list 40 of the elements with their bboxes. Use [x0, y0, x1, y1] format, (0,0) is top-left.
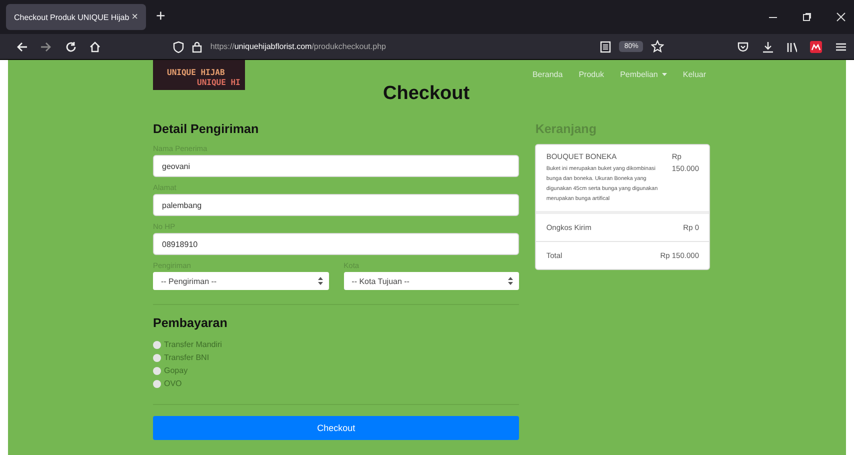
lock-icon[interactable] — [192, 40, 202, 52]
radio-button[interactable] — [153, 340, 161, 348]
restore-icon[interactable] — [802, 12, 812, 22]
radio-button[interactable] — [153, 366, 161, 374]
dropdown-field[interactable]: -- Kota Tujuan -- — [344, 272, 520, 290]
close-icon[interactable] — [836, 12, 846, 22]
download-icon[interactable] — [762, 40, 773, 52]
page-title: Checkout — [383, 82, 470, 106]
select-arrows-icon — [508, 277, 514, 285]
star-icon[interactable] — [651, 40, 664, 53]
reload-icon[interactable] — [64, 40, 76, 52]
reader-view-icon[interactable] — [600, 40, 612, 52]
radio-label: Gopay — [164, 366, 188, 375]
back-icon[interactable] — [16, 40, 28, 52]
pocket-icon[interactable] — [737, 40, 749, 52]
new-tab-button[interactable]: + — [156, 8, 166, 26]
radio-button[interactable] — [153, 380, 161, 388]
url-field[interactable]: https://uniquehijabflorist.com/produkcheckout.php — [210, 42, 386, 51]
menu-icon[interactable] — [834, 40, 846, 52]
input-field[interactable]: palembang — [153, 194, 520, 216]
input-field[interactable]: 08918910 — [153, 233, 520, 255]
forward-icon[interactable] — [40, 40, 52, 52]
browser-tab[interactable]: Checkout Produk UNIQUE Hijab × — [6, 4, 146, 30]
input-field[interactable]: geovani — [153, 155, 520, 177]
radio-label: OVO — [164, 379, 182, 388]
select-arrows-icon — [318, 277, 323, 285]
close-tab-icon[interactable]: × — [132, 11, 138, 23]
radio-button[interactable] — [153, 354, 161, 362]
checkout-button[interactable]: Checkout — [153, 416, 520, 440]
library-icon[interactable] — [786, 40, 798, 52]
section-title: Pembayaran — [153, 316, 228, 330]
radio-label: Transfer Mandiri — [164, 340, 222, 349]
home-icon[interactable] — [88, 40, 100, 52]
logo[interactable]: UNIQUE HIJAB UNIQUE HI — [153, 60, 245, 90]
radio-label: Transfer BNI — [164, 353, 210, 362]
shield-icon[interactable] — [173, 40, 184, 52]
extension-icon[interactable] — [810, 40, 822, 52]
section-title: Detail Pengiriman — [153, 122, 260, 136]
dropdown-field[interactable]: -- Pengiriman -- — [153, 272, 329, 290]
tab-title: Checkout Produk UNIQUE Hijab — [14, 12, 130, 22]
